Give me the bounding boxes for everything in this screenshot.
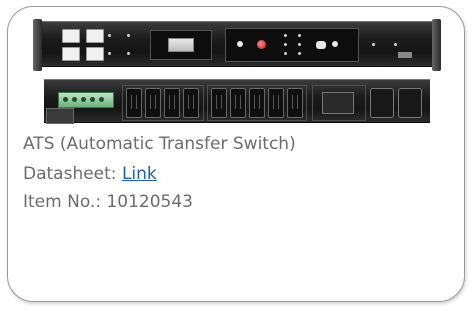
ats-front-panel-image [33,19,441,71]
outlet-icon [249,88,265,118]
output-breaker-icon [322,92,354,114]
outlet-icon [164,88,180,118]
outlet-icon [126,88,142,118]
breaker-b-icon [86,47,104,61]
outlet-icon [145,88,161,118]
ats-rear-panel-image [44,79,430,124]
product-title: ATS (Automatic Transfer Switch) [23,134,296,154]
outlet-icon [230,88,246,118]
status-panel [225,28,359,62]
input-a-inlet-icon [370,88,394,118]
datasheet-label: Datasheet: [23,164,122,184]
datasheet-line: Datasheet: Link [23,166,157,183]
terminal-block-icon [58,92,114,108]
rack-ear-left [33,19,42,71]
item-number-value: 10120543 [106,192,193,212]
breaker-a-icon [86,29,104,43]
item-number-line: Item No.: 10120543 [23,194,193,211]
ground-terminal-icon [46,108,74,124]
input-a-switch-icon [62,29,80,43]
item-number-label: Item No.: [23,192,107,212]
input-b-inlet-icon [398,88,422,118]
datasheet-link[interactable]: Link [122,164,157,184]
outlet-icon [183,88,199,118]
outlet-icon [287,88,303,118]
alarm-led-icon [257,40,266,49]
rack-ear-right [432,19,441,71]
serial-port-icon [168,38,194,52]
outlet-icon [211,88,227,118]
input-b-switch-icon [62,47,80,61]
outlet-icon [268,88,284,118]
